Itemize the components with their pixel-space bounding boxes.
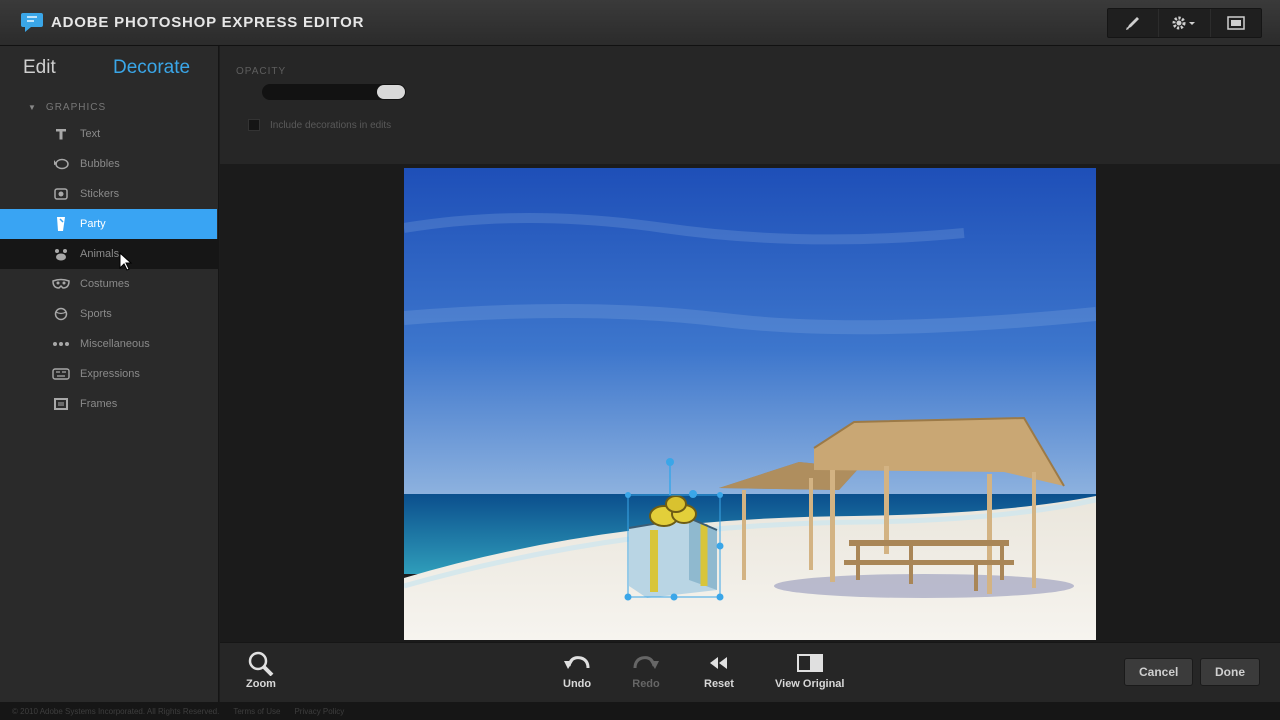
opacity-label: OPACITY xyxy=(236,66,287,77)
gear-icon xyxy=(1172,16,1196,30)
brush-button[interactable] xyxy=(1108,9,1160,37)
sidebar-item-stickers[interactable]: Stickers xyxy=(0,179,219,209)
zoom-label: Zoom xyxy=(246,678,276,690)
sports-icon xyxy=(52,306,70,322)
redo-button[interactable]: Redo xyxy=(632,650,660,690)
include-decorations-label: Include decorations in edits xyxy=(270,120,392,131)
reset-label: Reset xyxy=(704,678,734,690)
sidebar-item-label: Animals xyxy=(80,248,120,260)
sidebar-item-label: Stickers xyxy=(80,188,120,200)
reset-button[interactable]: Reset xyxy=(704,650,734,690)
options-bar: OPACITY Include decorations in edits xyxy=(220,46,1280,164)
sidebar-item-costumes[interactable]: Costumes xyxy=(0,269,219,299)
app-logo-icon xyxy=(21,13,43,32)
undo-button[interactable]: Undo xyxy=(563,650,591,690)
top-toolbar xyxy=(1107,8,1262,38)
sidebar-item-label: Frames xyxy=(80,398,118,410)
sidebar-item-label: Sports xyxy=(80,308,112,320)
text-icon xyxy=(52,126,70,142)
bottom-toolbar: Zoom Undo Redo Reset View Original Cance… xyxy=(220,642,1280,702)
beach-photo[interactable] xyxy=(404,168,1096,640)
sidebar-item-label: Party xyxy=(80,218,106,230)
sidebar-item-label: Miscellaneous xyxy=(80,338,150,350)
terms-link[interactable]: Terms of Use xyxy=(233,707,280,716)
collapse-triangle-icon: ▼ xyxy=(28,103,37,112)
sidebar-item-party[interactable]: Party xyxy=(0,209,217,239)
sidebar-item-label: Expressions xyxy=(80,368,140,380)
mask-icon xyxy=(52,276,70,292)
mouse-cursor-icon xyxy=(119,252,133,271)
tab-decorate[interactable]: Decorate xyxy=(113,57,190,79)
sidebar-item-bubbles[interactable]: Bubbles xyxy=(0,149,219,179)
misc-icon xyxy=(52,336,70,352)
include-decorations-checkbox[interactable] xyxy=(248,119,260,131)
opacity-slider-knob[interactable] xyxy=(377,85,405,99)
image-canvas xyxy=(220,164,1280,642)
fullscreen-button[interactable] xyxy=(1211,9,1261,37)
compare-icon xyxy=(796,654,823,672)
frame-icon xyxy=(52,396,70,412)
sidebar-item-animals[interactable]: Animals xyxy=(0,239,219,269)
redo-label: Redo xyxy=(632,678,660,690)
photoshop-express-editor: ADOBE PHOTOSHOP EXPRESS EDITOR Edit Deco… xyxy=(0,0,1280,720)
opacity-slider[interactable] xyxy=(262,84,406,100)
done-button[interactable]: Done xyxy=(1200,658,1260,686)
expressions-icon xyxy=(52,366,70,382)
graphics-section-header[interactable]: ▼ GRAPHICS xyxy=(28,102,106,113)
sidebar-item-miscellaneous[interactable]: Miscellaneous xyxy=(0,329,219,359)
sidebar-item-label: Costumes xyxy=(80,278,130,290)
sidebar-item-text[interactable]: Text xyxy=(0,119,219,149)
title-bar: ADOBE PHOTOSHOP EXPRESS EDITOR xyxy=(0,0,1280,46)
redo-icon xyxy=(633,656,659,669)
footer: © 2010 Adobe Systems Incorporated. All R… xyxy=(0,702,1280,720)
app-title: ADOBE PHOTOSHOP EXPRESS EDITOR xyxy=(51,14,365,31)
sidebar-item-label: Text xyxy=(80,128,101,140)
sticker-icon xyxy=(52,186,70,202)
magnifier-icon xyxy=(248,651,274,676)
graphics-list: Text Bubbles Stickers Party Animals Cost… xyxy=(0,119,219,419)
sidebar-item-frames[interactable]: Frames xyxy=(0,389,219,419)
rewind-icon xyxy=(709,657,727,669)
copyright-text: © 2010 Adobe Systems Incorporated. All R… xyxy=(12,706,220,716)
undo-icon xyxy=(564,656,590,669)
zoom-button[interactable]: Zoom xyxy=(246,650,276,690)
settings-button[interactable] xyxy=(1159,9,1211,37)
fullscreen-icon xyxy=(1227,16,1245,30)
brush-icon xyxy=(1126,17,1140,30)
speech-bubble-icon xyxy=(52,156,70,172)
mode-tabs: Edit Decorate xyxy=(0,46,218,91)
sidebar-item-label: Bubbles xyxy=(80,158,120,170)
graphics-section-label: GRAPHICS xyxy=(45,102,107,113)
animal-icon xyxy=(52,246,70,262)
view-original-button[interactable]: View Original xyxy=(775,650,845,690)
tab-edit[interactable]: Edit xyxy=(23,57,56,79)
view-original-label: View Original xyxy=(775,678,845,690)
sidebar-item-sports[interactable]: Sports xyxy=(0,299,219,329)
party-icon xyxy=(52,216,70,232)
sidebar-item-expressions[interactable]: Expressions xyxy=(0,359,219,389)
privacy-link[interactable]: Privacy Policy xyxy=(294,707,344,716)
left-panel: Edit Decorate ▼ GRAPHICS Text Bubbles Sti… xyxy=(0,46,219,702)
undo-label: Undo xyxy=(563,678,592,690)
cancel-button[interactable]: Cancel xyxy=(1124,658,1194,686)
